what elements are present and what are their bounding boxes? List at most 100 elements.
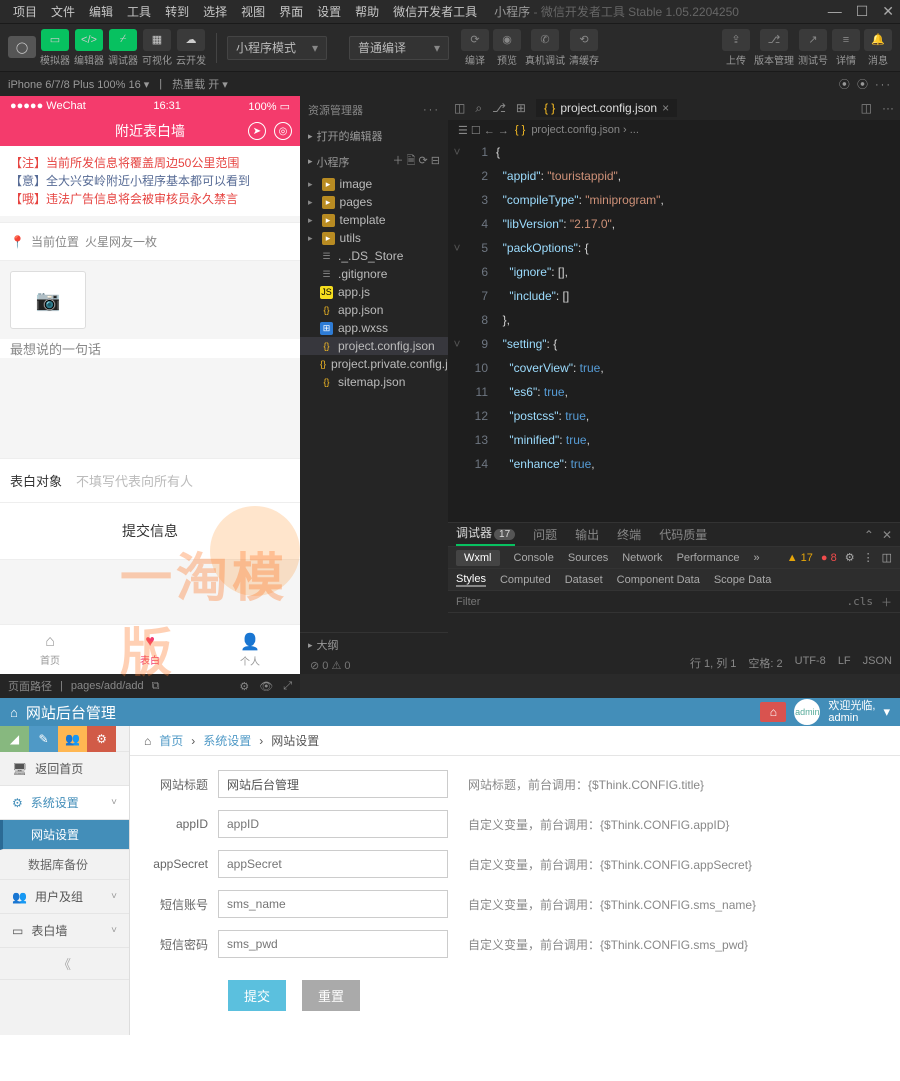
devtool-Wxml[interactable]: Wxml: [456, 550, 500, 566]
gear-icon[interactable]: ⚙: [239, 680, 249, 693]
layout-icon[interactable]: ◫: [454, 101, 465, 116]
page-path[interactable]: pages/add/add: [71, 680, 144, 692]
detail-button[interactable]: ≡: [832, 29, 860, 51]
ext-icon[interactable]: ⊞: [516, 101, 526, 116]
close-tab-icon[interactable]: ×: [662, 101, 669, 115]
debug-tab-代码质量[interactable]: 代码质量: [659, 526, 707, 543]
mode-select[interactable]: 小程序模式: [227, 36, 327, 60]
test-button[interactable]: ↗: [799, 29, 827, 51]
reset-button[interactable]: 重置: [302, 980, 360, 1011]
breadcrumb[interactable]: project.config.json › ...: [531, 124, 639, 136]
add-icon[interactable]: ＋: [881, 594, 892, 610]
tree-project.private.config.js...[interactable]: {}project.private.config.js...: [300, 355, 448, 373]
maximize-icon[interactable]: ☐: [856, 3, 869, 20]
branch-icon[interactable]: ⎇: [492, 101, 506, 116]
collapse-icon[interactable]: ⌃: [864, 528, 874, 542]
tree-pages[interactable]: ▸pages: [300, 193, 448, 211]
chevron-down-icon[interactable]: ▾: [883, 704, 890, 720]
close-icon[interactable]: ✕: [882, 3, 894, 20]
cloud-button[interactable]: ☁: [177, 29, 205, 51]
target-icon[interactable]: ◎: [274, 122, 292, 140]
tree-image[interactable]: ▸image: [300, 175, 448, 193]
message-button[interactable]: 🔔: [864, 29, 892, 51]
devtool-Network[interactable]: Network: [622, 552, 662, 564]
sidebar-site-settings[interactable]: 网站设置: [0, 820, 129, 850]
style-sub-Styles[interactable]: Styles: [456, 573, 486, 587]
tab-个人[interactable]: 👤个人: [200, 625, 300, 674]
sidebar-back[interactable]: 🖥返回首页: [0, 752, 129, 786]
message-field[interactable]: 最想说的一句话: [0, 339, 300, 358]
tree-sitemap.json[interactable]: {}sitemap.json: [300, 373, 448, 391]
clear-button[interactable]: ⟲: [570, 29, 598, 51]
devtool-Sources[interactable]: Sources: [568, 552, 608, 564]
target-input[interactable]: 不填写代表向所有人: [76, 471, 193, 490]
sidebar-system[interactable]: ⚙系统设置˅: [0, 786, 129, 820]
sidebar-collapse[interactable]: 《: [0, 948, 129, 980]
tree-utils[interactable]: ▸utils: [300, 229, 448, 247]
debug-tab-问题[interactable]: 问题: [533, 526, 557, 543]
devtool-Console[interactable]: Console: [514, 552, 554, 564]
style-sub-Computed[interactable]: Computed: [500, 574, 551, 586]
tree-app.json[interactable]: {}app.json: [300, 301, 448, 319]
menu-编辑[interactable]: 编辑: [82, 3, 120, 20]
menu-工具[interactable]: 工具: [120, 3, 158, 20]
compile-select[interactable]: 普通编译: [349, 36, 449, 60]
copy-icon[interactable]: ⧉: [152, 680, 160, 693]
tab-首页[interactable]: ⌂首页: [0, 625, 100, 674]
debug-tab-调试器[interactable]: 调试器17: [456, 524, 515, 546]
editor-button[interactable]: </>: [75, 29, 103, 51]
submit-button[interactable]: 提交: [228, 980, 286, 1011]
version-button[interactable]: ⎇: [760, 29, 788, 51]
upload-button[interactable]: ⇪: [722, 29, 750, 51]
bookmark-icon[interactable]: ☰ ☐ ← →: [458, 124, 509, 137]
expand-icon[interactable]: ⤢: [283, 680, 292, 693]
outline[interactable]: 大纲: [300, 633, 448, 657]
tree-._.DS_Store[interactable]: ☰._.DS_Store: [300, 247, 448, 265]
form-input-网站标题[interactable]: [218, 770, 448, 798]
simulator-button[interactable]: ▭: [41, 29, 69, 51]
avatar-icon[interactable]: ◯: [8, 36, 36, 58]
debug-tab-输出[interactable]: 输出: [575, 526, 599, 543]
editor-tab[interactable]: { } project.config.json ×: [536, 99, 677, 117]
err-count[interactable]: ● 8: [821, 552, 837, 564]
action-2[interactable]: ✎: [29, 726, 58, 752]
indent[interactable]: 空格: 2: [748, 655, 782, 671]
action-4[interactable]: ⚙: [87, 726, 116, 752]
more-icon[interactable]: ···: [882, 101, 894, 115]
debugger-button[interactable]: ⌿: [109, 29, 137, 51]
gear-icon[interactable]: ⚙: [845, 551, 855, 564]
menu-微信开发者工具[interactable]: 微信开发者工具: [386, 3, 484, 20]
eol[interactable]: LF: [838, 655, 851, 671]
menu-转到[interactable]: 转到: [158, 3, 196, 20]
tree-template[interactable]: ▸template: [300, 211, 448, 229]
tree-.gitignore[interactable]: ☰.gitignore: [300, 265, 448, 283]
form-input-短信密码[interactable]: [218, 930, 448, 958]
menu-界面[interactable]: 界面: [272, 3, 310, 20]
send-icon[interactable]: ➤: [248, 122, 266, 140]
avatar[interactable]: admin: [794, 699, 820, 725]
style-sub-Dataset[interactable]: Dataset: [565, 574, 603, 586]
split-icon[interactable]: ◫: [861, 101, 872, 115]
lang[interactable]: JSON: [863, 655, 892, 671]
action-3[interactable]: 👥: [58, 726, 87, 752]
menu-项目[interactable]: 项目: [6, 3, 44, 20]
crumb-home[interactable]: 首页: [159, 732, 183, 749]
warn-count[interactable]: ▲ 17: [787, 552, 813, 564]
code-content[interactable]: { "appid": "touristappid", "compileType"…: [496, 140, 900, 522]
crumb-sec[interactable]: 系统设置: [203, 732, 251, 749]
menu-设置[interactable]: 设置: [310, 3, 348, 20]
home-button[interactable]: ⌂: [760, 702, 786, 722]
encoding[interactable]: UTF-8: [795, 655, 826, 671]
device-select[interactable]: iPhone 6/7/8 Plus 100% 16 ▾: [8, 78, 149, 91]
tree-app.js[interactable]: JSapp.js: [300, 283, 448, 301]
sidebar-users[interactable]: 👥用户及组˅: [0, 880, 129, 914]
search-icon[interactable]: ⌕: [475, 101, 482, 116]
action-1[interactable]: ◢: [0, 726, 29, 752]
real-button[interactable]: ✆: [531, 29, 559, 51]
style-sub-Scope Data[interactable]: Scope Data: [714, 574, 771, 586]
cursor-pos[interactable]: 行 1, 列 1: [690, 655, 736, 671]
minimize-icon[interactable]: —: [828, 3, 842, 20]
tab-表白[interactable]: ♥表白: [100, 625, 200, 674]
tree-project.config.json[interactable]: {}project.config.json: [300, 337, 448, 355]
more-icon[interactable]: ···: [423, 104, 440, 116]
